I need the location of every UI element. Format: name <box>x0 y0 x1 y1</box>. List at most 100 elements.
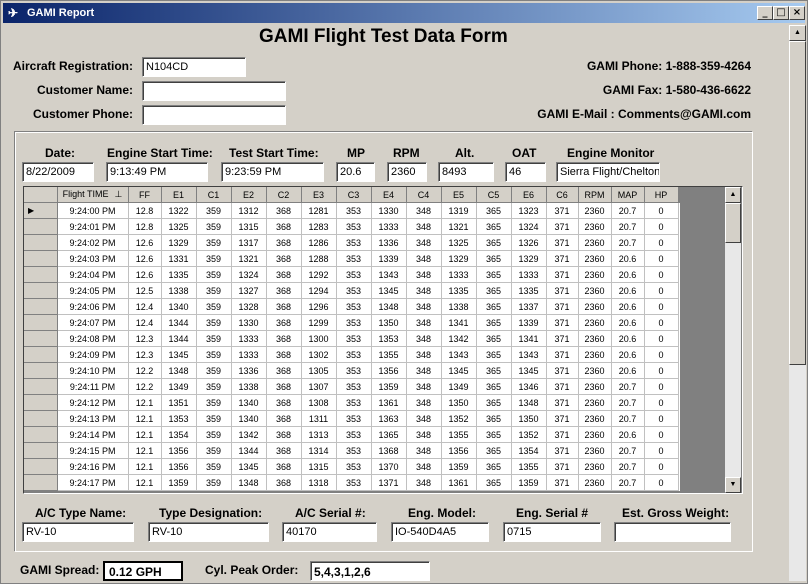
table-cell[interactable]: 1352 <box>441 410 477 427</box>
table-cell[interactable]: 20.7 <box>611 378 645 395</box>
column-header[interactable]: E2 <box>231 187 267 203</box>
table-cell[interactable]: 371 <box>546 378 579 395</box>
table-cell[interactable]: 0 <box>644 378 679 395</box>
table-cell[interactable]: 1363 <box>371 410 407 427</box>
table-cell[interactable]: 2360 <box>578 218 612 235</box>
window-scroll-up-icon[interactable]: ▲ <box>789 25 806 41</box>
row-selector[interactable] <box>24 234 58 251</box>
table-cell[interactable]: 353 <box>336 458 372 475</box>
table-cell[interactable]: 1329 <box>441 250 477 267</box>
window-scroll-thumb[interactable] <box>789 41 806 365</box>
table-cell[interactable]: 1344 <box>161 330 197 347</box>
table-cell[interactable]: 0 <box>644 218 679 235</box>
table-cell[interactable]: 1338 <box>441 298 477 315</box>
table-cell[interactable]: 371 <box>546 218 579 235</box>
table-cell[interactable]: 1361 <box>441 474 477 491</box>
column-header[interactable]: C2 <box>266 187 302 203</box>
table-cell[interactable]: 353 <box>336 442 372 459</box>
table-cell[interactable]: 353 <box>336 202 372 219</box>
close-button[interactable]: × <box>789 6 805 20</box>
table-cell[interactable]: 1335 <box>441 282 477 299</box>
table-cell[interactable]: 1355 <box>511 458 547 475</box>
table-row[interactable]: 9:24:07 PM 12.4 1344 359 1330 368 1299 353 1350 3… <box>24 314 679 331</box>
table-cell[interactable]: 353 <box>336 330 372 347</box>
table-cell[interactable]: 353 <box>336 426 372 443</box>
table-row[interactable]: 9:24:12 PM 12.1 1351 359 1340 368 1308 353 1361 3… <box>24 394 679 411</box>
scroll-down-icon[interactable]: ▼ <box>725 477 741 493</box>
column-header[interactable]: C6 <box>546 187 579 203</box>
row-selector[interactable] <box>24 474 58 491</box>
table-cell[interactable]: 348 <box>406 330 442 347</box>
table-cell[interactable]: 368 <box>266 474 302 491</box>
table-cell[interactable]: 9:24:17 PM <box>57 474 129 491</box>
table-cell[interactable]: 12.8 <box>128 202 162 219</box>
table-cell[interactable]: 12.1 <box>128 410 162 427</box>
table-row[interactable]: 9:24:13 PM 12.1 1353 359 1340 368 1311 353 1363 3… <box>24 410 679 427</box>
table-cell[interactable]: 1342 <box>231 426 267 443</box>
row-selector[interactable] <box>24 346 58 363</box>
alt-field[interactable]: 8493 <box>438 162 494 182</box>
table-cell[interactable]: 20.7 <box>611 442 645 459</box>
table-cell[interactable]: 0 <box>644 346 679 363</box>
table-cell[interactable]: 353 <box>336 250 372 267</box>
table-cell[interactable]: 365 <box>476 394 512 411</box>
table-cell[interactable]: 368 <box>266 442 302 459</box>
table-cell[interactable]: 371 <box>546 426 579 443</box>
table-cell[interactable]: 1338 <box>231 378 267 395</box>
table-cell[interactable]: 9:24:13 PM <box>57 410 129 427</box>
table-cell[interactable]: 0 <box>644 330 679 347</box>
table-cell[interactable]: 1317 <box>231 234 267 251</box>
table-cell[interactable]: 359 <box>196 218 232 235</box>
table-cell[interactable]: 1329 <box>161 234 197 251</box>
window-scrollbar[interactable]: ▲ <box>789 25 806 581</box>
table-cell[interactable]: 2360 <box>578 394 612 411</box>
table-cell[interactable]: 368 <box>266 346 302 363</box>
table-cell[interactable]: 365 <box>476 346 512 363</box>
table-cell[interactable]: 1339 <box>371 250 407 267</box>
table-cell[interactable]: 20.6 <box>611 314 645 331</box>
table-row[interactable]: 9:24:16 PM 12.1 1356 359 1345 368 1315 353 1370 3… <box>24 458 679 475</box>
table-cell[interactable]: 12.2 <box>128 362 162 379</box>
table-cell[interactable]: 1348 <box>511 394 547 411</box>
table-cell[interactable]: 1281 <box>301 202 337 219</box>
table-cell[interactable]: 359 <box>196 330 232 347</box>
row-selector[interactable] <box>24 394 58 411</box>
table-cell[interactable]: 1341 <box>511 330 547 347</box>
table-cell[interactable]: 20.6 <box>611 362 645 379</box>
table-row[interactable]: 9:24:09 PM 12.3 1345 359 1333 368 1302 353 1355 3… <box>24 346 679 363</box>
maximize-button[interactable]: □ <box>773 6 789 20</box>
table-cell[interactable]: 1335 <box>161 266 197 283</box>
table-row[interactable]: 9:24:14 PM 12.1 1354 359 1342 368 1313 353 1365 3… <box>24 426 679 443</box>
gross-weight-field[interactable] <box>614 522 731 542</box>
table-cell[interactable]: 371 <box>546 298 579 315</box>
table-cell[interactable]: 1368 <box>371 442 407 459</box>
table-cell[interactable]: 1312 <box>231 202 267 219</box>
table-cell[interactable]: 0 <box>644 282 679 299</box>
table-cell[interactable]: 368 <box>266 458 302 475</box>
table-cell[interactable]: 365 <box>476 218 512 235</box>
column-header[interactable]: FF <box>128 187 162 203</box>
table-cell[interactable]: 2360 <box>578 234 612 251</box>
table-cell[interactable]: 368 <box>266 330 302 347</box>
table-cell[interactable]: 353 <box>336 218 372 235</box>
column-header[interactable]: C1 <box>196 187 232 203</box>
table-cell[interactable]: 9:24:06 PM <box>57 298 129 315</box>
table-cell[interactable]: 1333 <box>231 346 267 363</box>
table-cell[interactable]: 1324 <box>511 218 547 235</box>
table-cell[interactable]: 1354 <box>161 426 197 443</box>
table-cell[interactable]: 353 <box>336 410 372 427</box>
table-cell[interactable]: 353 <box>336 234 372 251</box>
table-cell[interactable]: 1341 <box>441 314 477 331</box>
column-header[interactable]: E1 <box>161 187 197 203</box>
table-cell[interactable]: 1350 <box>371 314 407 331</box>
registration-field[interactable]: N104CD <box>142 57 246 77</box>
table-cell[interactable]: 359 <box>196 234 232 251</box>
table-cell[interactable]: 359 <box>196 474 232 491</box>
table-cell[interactable]: 1370 <box>371 458 407 475</box>
table-cell[interactable]: 1342 <box>441 330 477 347</box>
table-cell[interactable]: 365 <box>476 330 512 347</box>
row-selector[interactable] <box>24 314 58 331</box>
table-cell[interactable]: 20.6 <box>611 250 645 267</box>
table-cell[interactable]: 348 <box>406 282 442 299</box>
table-cell[interactable]: 371 <box>546 442 579 459</box>
